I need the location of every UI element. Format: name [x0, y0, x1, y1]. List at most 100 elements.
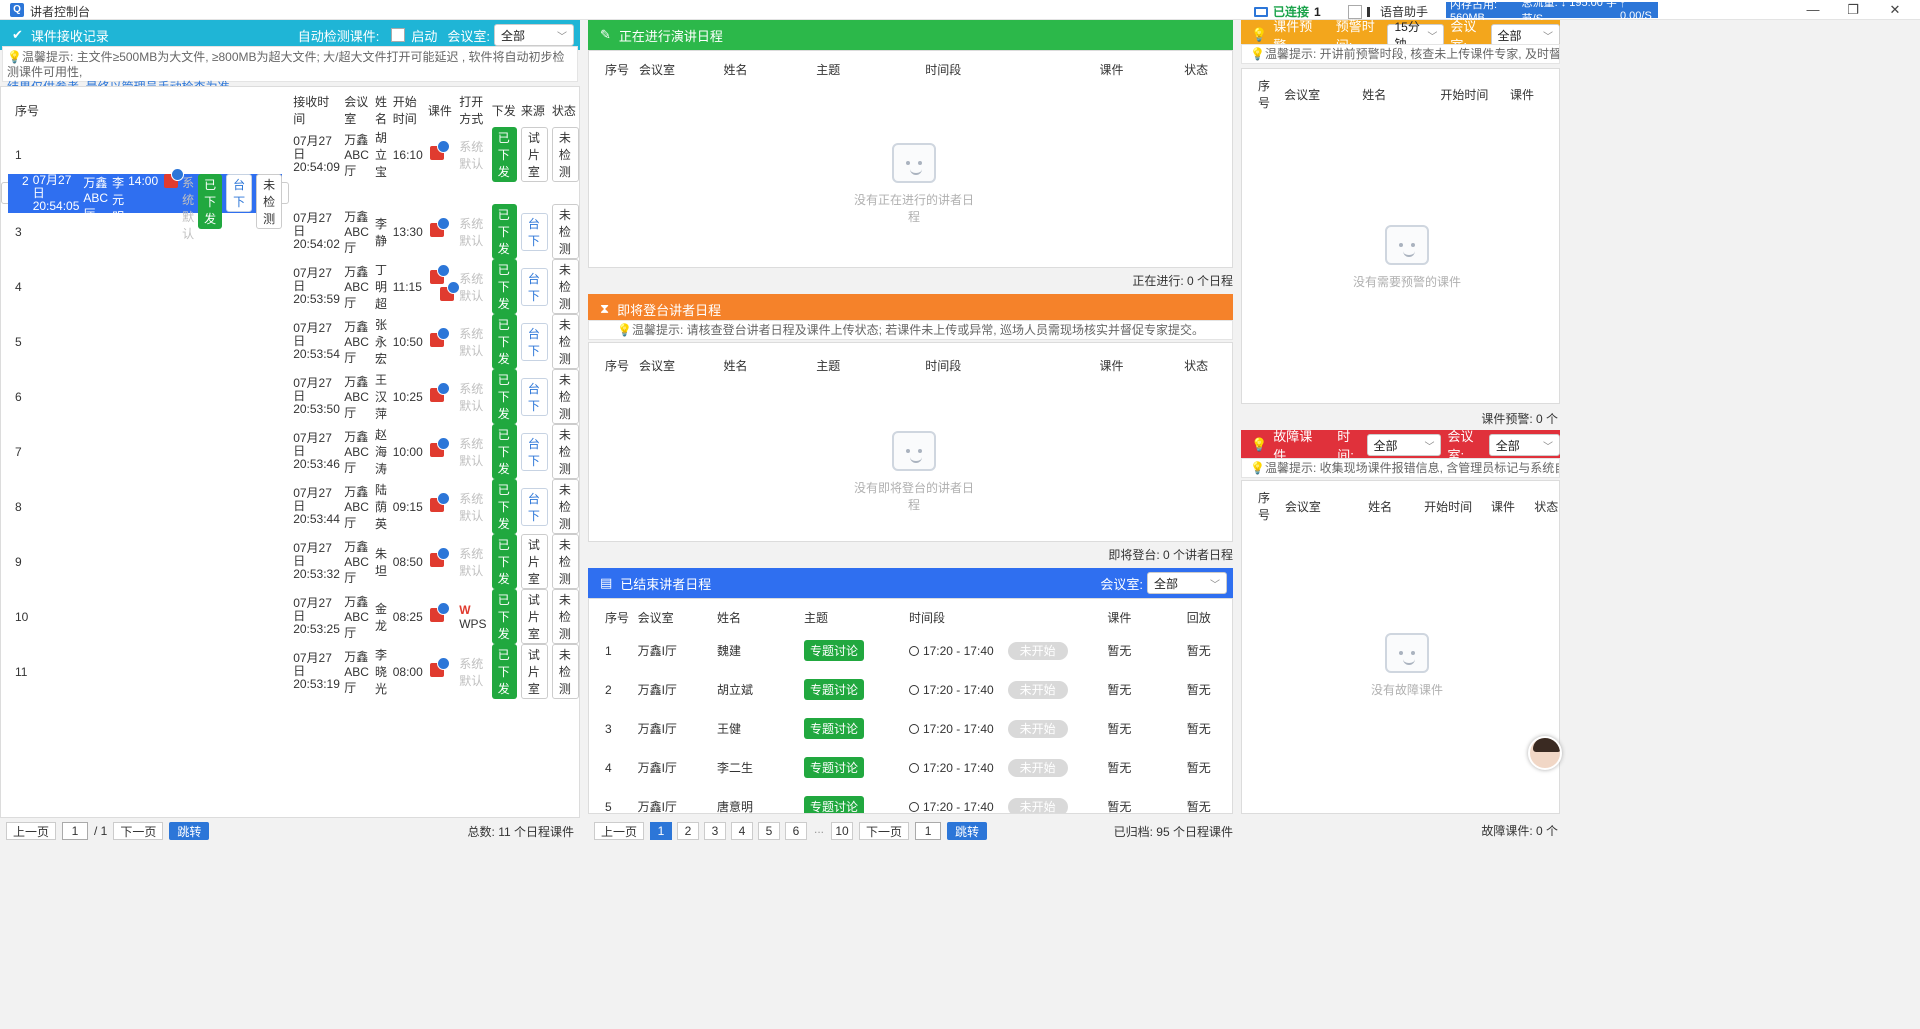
upcoming-title: 即将登台讲者日程	[617, 302, 722, 318]
assistant-avatar[interactable]	[1528, 736, 1562, 770]
column-header[interactable]: 状态	[548, 93, 579, 127]
column-header[interactable]: 开始时间	[389, 93, 424, 127]
check-status-button[interactable]: 未检测	[551, 644, 579, 699]
warning-count: 课件预警: 0 个	[1481, 412, 1558, 426]
check-status-button[interactable]: 未检测	[551, 479, 579, 534]
column-header[interactable]: 打开方式	[455, 93, 488, 127]
prev-page-button[interactable]: 上一页	[6, 822, 57, 840]
source-tag: 台下	[520, 432, 548, 471]
start-label: 启动	[411, 28, 438, 44]
check-status-button[interactable]: 未检测	[551, 314, 579, 369]
table-row[interactable]: 10 07月27日 20:53:25 万鑫ABC厅 金龙 08:25 W WPS 已下发 试片室…	[1, 589, 579, 644]
open-method[interactable]: WPS	[459, 617, 486, 631]
table-row[interactable]: 11 07月27日 20:53:19 万鑫ABC厅 李晓光 08:00 系统默认 已下发 试片室…	[1, 644, 579, 699]
table-row[interactable]: 2 07月27日 20:54:05 万鑫ABC厅 李元明 14:00 系统默认 已下发 台下 未检…	[1, 167, 290, 241]
column-header[interactable]: 接收时间	[289, 93, 340, 127]
table-row[interactable]: 9 07月27日 20:53:32 万鑫ABC厅 朱坦 08:50 系统默认 已下发 试片室 未检…	[1, 534, 579, 589]
table-row[interactable]: 6 07月27日 20:53:50 万鑫ABC厅 王汉萍 10:25 系统默认 已下发 台下 未检…	[1, 369, 579, 424]
open-method[interactable]: 系统默认	[459, 657, 483, 688]
warning-time-select[interactable]: 15分钟﹀	[1387, 20, 1445, 51]
row-number: 4	[15, 279, 22, 294]
ppt-file-icon[interactable]	[164, 167, 185, 188]
ended-page-input[interactable]: 1	[915, 822, 942, 840]
next-page-button[interactable]: 下一页	[113, 822, 164, 840]
open-method[interactable]: 系统默认	[459, 140, 483, 171]
open-method[interactable]: 系统默认	[459, 547, 483, 578]
fault-room-select[interactable]: 全部 ﹀	[1488, 434, 1560, 456]
page-input[interactable]: 1	[62, 822, 89, 840]
open-method[interactable]: 系统默认	[459, 437, 483, 468]
ppt-file-icon[interactable]	[429, 602, 450, 622]
ended-next-page-button[interactable]: 下一页	[859, 822, 910, 840]
jump-button[interactable]: 跳转	[169, 822, 210, 840]
ppt-file-icon[interactable]	[429, 492, 450, 512]
open-method[interactable]: 系统默认	[459, 217, 483, 248]
table-row[interactable]: 7 07月27日 20:53:46 万鑫ABC厅 赵海涛 10:00 系统默认 已下发 台下 未检…	[1, 424, 579, 479]
check-status-button[interactable]: 未检测	[551, 127, 579, 182]
ppt-file-icon[interactable]	[429, 657, 450, 677]
ended-room-value: 全部	[1154, 576, 1179, 591]
column-header: 姓名	[717, 610, 742, 625]
check-status-button[interactable]: 未检测	[551, 204, 579, 259]
check-status-button[interactable]: 未检测	[551, 424, 579, 479]
page-number-button[interactable]: 10	[831, 822, 854, 840]
page-number-button[interactable]: 3	[704, 822, 727, 840]
open-method[interactable]: 系统默认	[459, 327, 483, 358]
speaker-name: 王健	[717, 722, 742, 736]
ppt-file-icon[interactable]	[429, 547, 450, 567]
ppt-file-icon[interactable]	[429, 263, 450, 284]
column-header: 开始时间	[1440, 87, 1489, 102]
column-header[interactable]: 会议室	[340, 93, 371, 127]
room-filter-select[interactable]: 全部 ﹀	[494, 24, 574, 46]
row-number: 1	[15, 147, 22, 162]
ended-prev-page-button[interactable]: 上一页	[594, 822, 645, 840]
check-status-button[interactable]: 未检测	[551, 369, 579, 424]
column-header[interactable]: 课件	[424, 93, 455, 127]
receive-time: 20:53:19	[293, 677, 340, 691]
restore-button[interactable]: ❐	[1838, 1, 1868, 19]
page-number-button[interactable]: 2	[677, 822, 700, 840]
ended-room-select[interactable]: 全部 ﹀	[1147, 572, 1227, 594]
auto-detect-checkbox[interactable]	[391, 28, 406, 42]
courseware-status: 暂无	[1107, 761, 1132, 775]
ppt-file-icon[interactable]	[429, 327, 450, 347]
room-name: 万鑫I厅	[637, 761, 677, 775]
empty-box-icon	[1385, 225, 1429, 265]
ppt-file-icon[interactable]	[429, 437, 450, 457]
dispatch-status-badge: 已下发	[491, 369, 517, 424]
page-number-button[interactable]: 4	[731, 822, 754, 840]
page-number-button[interactable]: 5	[758, 822, 781, 840]
ppt-file-icon[interactable]	[439, 280, 460, 301]
open-method[interactable]: 系统默认	[459, 272, 483, 303]
ongoing-empty-text: 没有正在进行的讲者日程	[853, 193, 974, 224]
table-row[interactable]: 5 07月27日 20:53:54 万鑫ABC厅 张永宏 10:50 系统默认 已下发 台下 未检…	[1, 314, 579, 369]
ppt-file-icon[interactable]	[429, 382, 450, 402]
open-method[interactable]: 系统默认	[459, 492, 483, 523]
table-row[interactable]: 8 07月27日 20:53:44 万鑫ABC厅 陆荫英 09:15 系统默认 已下发 台下 未检…	[1, 479, 579, 534]
page-number-button[interactable]: 6	[785, 822, 808, 840]
open-method[interactable]: 系统默认	[182, 176, 194, 241]
check-status-button[interactable]: 未检测	[551, 259, 579, 314]
page-number-button[interactable]: 1	[650, 822, 673, 840]
fault-time-select[interactable]: 全部 ﹀	[1366, 434, 1442, 456]
column-header[interactable]: 下发	[488, 93, 517, 127]
check-status-button[interactable]: 未检测	[256, 173, 283, 229]
ppt-file-icon[interactable]	[429, 217, 450, 237]
source-tag: 台下	[520, 377, 548, 416]
minimize-button[interactable]: —	[1798, 1, 1828, 19]
check-status-button[interactable]: 未检测	[551, 534, 579, 589]
column-header[interactable]: 姓名	[371, 93, 389, 127]
column-header[interactable]: 序号	[1, 93, 289, 127]
start-time: 16:10	[392, 147, 423, 162]
column-header[interactable]: 来源	[517, 93, 548, 127]
topic-badge: 专题讨论	[803, 640, 864, 661]
warning-room-select[interactable]: 全部 ﹀	[1490, 24, 1560, 46]
ended-jump-button[interactable]: 跳转	[947, 822, 988, 840]
close-button[interactable]: ✕	[1880, 1, 1910, 19]
ppt-file-icon[interactable]	[429, 140, 450, 160]
open-method[interactable]: 系统默认	[459, 382, 483, 413]
table-row[interactable]: 4 07月27日 20:53:59 万鑫ABC厅 丁明超 11:15 系统默认 已下发 台下 未检…	[1, 259, 579, 314]
check-status-button[interactable]: 未检测	[551, 589, 579, 644]
speaker-name: 丁明超	[374, 263, 387, 311]
hourglass-icon: ⧗	[600, 301, 610, 316]
